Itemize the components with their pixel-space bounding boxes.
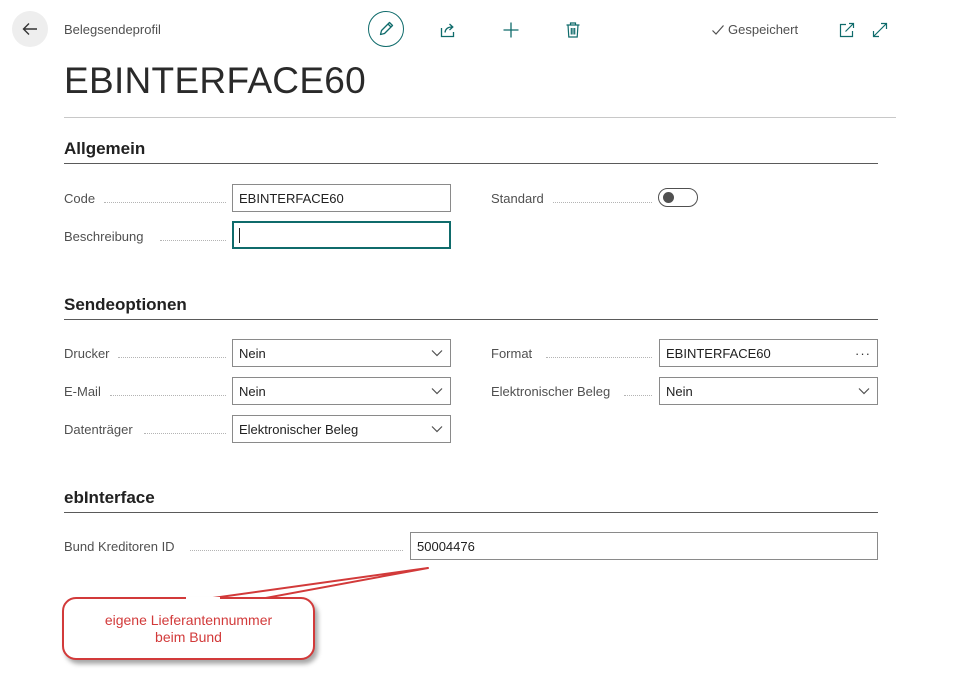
callout-pointer-join xyxy=(186,597,220,600)
